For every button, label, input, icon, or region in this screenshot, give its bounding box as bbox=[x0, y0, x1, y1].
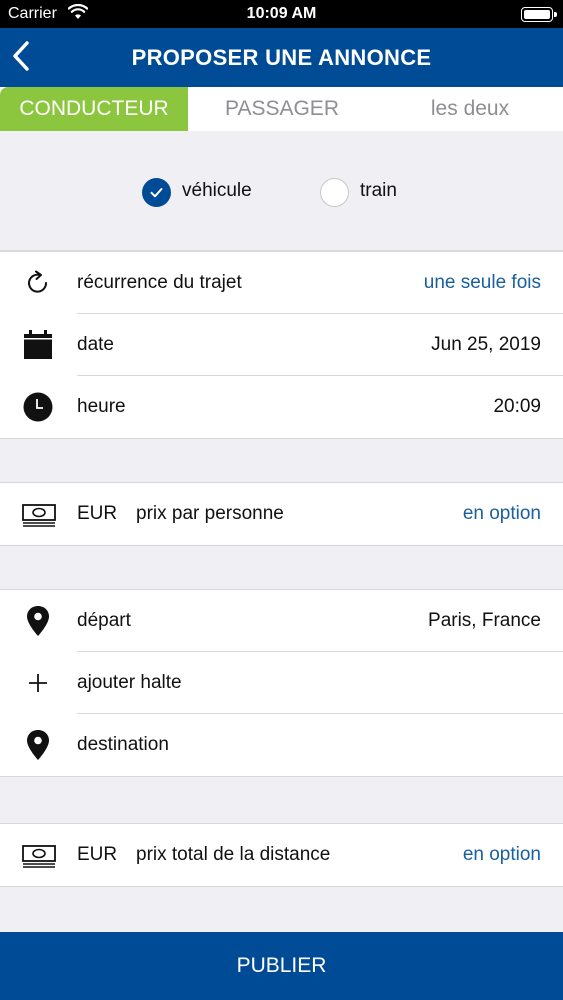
price-per-person-row[interactable]: EUR prix par personne en option bbox=[0, 483, 563, 545]
add-stop-label: ajouter halte bbox=[77, 672, 182, 693]
status-bar: Carrier 10:09 AM bbox=[0, 0, 563, 28]
tab-passager[interactable]: PASSAGER bbox=[188, 87, 376, 131]
plus-icon bbox=[22, 668, 54, 698]
schedule-group: récurrence du trajet une seule fois date… bbox=[0, 251, 563, 439]
departure-row[interactable]: départ Paris, France bbox=[0, 590, 563, 652]
price-total-label: prix total de la distance bbox=[136, 844, 331, 865]
clock-icon bbox=[22, 392, 54, 422]
clock-time: 10:09 AM bbox=[246, 5, 317, 22]
battery-icon bbox=[521, 7, 557, 22]
tab-les-deux[interactable]: les deux bbox=[376, 87, 563, 131]
date-label: date bbox=[77, 334, 114, 355]
recurrence-value[interactable]: une seule fois bbox=[424, 272, 541, 294]
time-label: heure bbox=[77, 396, 126, 417]
radio-circle-icon bbox=[320, 178, 349, 207]
currency-label: EUR bbox=[77, 503, 118, 524]
destination-row[interactable]: destination bbox=[0, 714, 563, 776]
date-value[interactable]: Jun 25, 2019 bbox=[431, 334, 541, 356]
refresh-icon bbox=[22, 268, 54, 298]
recurrence-row[interactable]: récurrence du trajet une seule fois bbox=[0, 252, 563, 314]
price-per-person-group: EUR prix par personne en option bbox=[0, 482, 563, 546]
price-total-group: EUR prix total de la distance en option bbox=[0, 823, 563, 887]
navigation-bar: PROPOSER UNE ANNONCE bbox=[0, 28, 563, 87]
money-icon bbox=[22, 499, 56, 529]
price-per-person-value[interactable]: en option bbox=[463, 503, 541, 525]
time-row[interactable]: heure 20:09 bbox=[0, 376, 563, 438]
calendar-icon bbox=[22, 330, 54, 360]
role-tabs: CONDUCTEUR PASSAGER les deux bbox=[0, 87, 563, 140]
page-title: PROPOSER UNE ANNONCE bbox=[131, 45, 432, 70]
departure-value[interactable]: Paris, France bbox=[428, 610, 541, 632]
price-per-person-label: prix par personne bbox=[136, 503, 284, 524]
location-pin-icon bbox=[22, 606, 54, 636]
tab-conducteur[interactable]: CONDUCTEUR bbox=[0, 87, 188, 140]
price-total-value[interactable]: en option bbox=[463, 844, 541, 866]
checkmark-icon bbox=[142, 178, 171, 207]
publish-button[interactable]: PUBLIER bbox=[0, 932, 563, 1000]
add-stop-row[interactable]: ajouter halte bbox=[0, 652, 563, 714]
transport-type-selector: véhicule train bbox=[0, 131, 563, 251]
radio-vehicule-label: véhicule bbox=[182, 180, 252, 201]
money-icon bbox=[22, 840, 56, 870]
time-value[interactable]: 20:09 bbox=[493, 396, 541, 418]
destination-label: destination bbox=[77, 734, 169, 755]
date-row[interactable]: date Jun 25, 2019 bbox=[0, 314, 563, 376]
departure-label: départ bbox=[77, 610, 131, 631]
recurrence-label: récurrence du trajet bbox=[77, 272, 242, 293]
price-total-row[interactable]: EUR prix total de la distance en option bbox=[0, 824, 563, 886]
location-pin-icon bbox=[22, 730, 54, 760]
currency-label: EUR bbox=[77, 844, 118, 865]
route-group: départ Paris, France ajouter halte desti… bbox=[0, 589, 563, 777]
radio-train-label: train bbox=[360, 180, 397, 201]
